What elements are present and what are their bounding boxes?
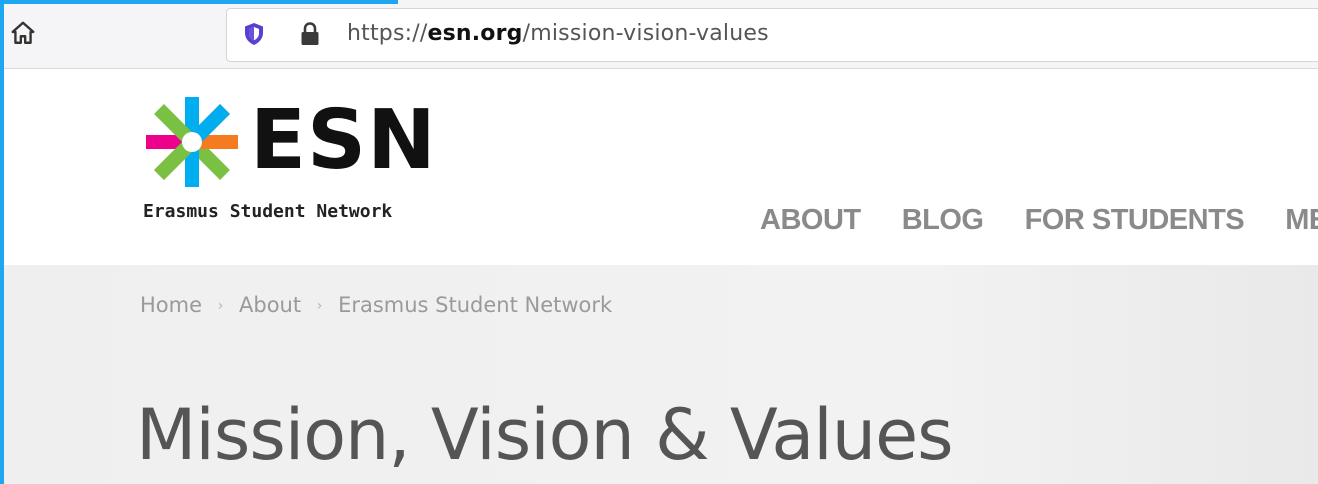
shield-icon[interactable] (243, 22, 265, 46)
page-title: Mission, Vision & Values (136, 393, 954, 476)
logo-tagline: Erasmus Student Network (143, 201, 393, 222)
lock-icon[interactable] (299, 21, 321, 47)
logo-wordmark[interactable]: ESN (250, 93, 437, 189)
page-title-area: Home › About › Erasmus Student Network M… (0, 265, 1318, 484)
breadcrumb-separator: › (217, 298, 224, 314)
main-navigation: ABOUT BLOG FOR STUDENTS MEDIA (760, 204, 1318, 237)
url-path: /mission-vision-values (522, 21, 769, 46)
breadcrumb-separator: › (316, 298, 323, 314)
breadcrumb-about[interactable]: About (239, 293, 301, 317)
nav-about[interactable]: ABOUT (760, 204, 861, 237)
esn-star-logo-icon[interactable] (142, 93, 242, 191)
url-text[interactable]: https://esn.org/mission-vision-values (347, 21, 769, 46)
url-prefix: https:// (347, 21, 428, 46)
nav-for-students[interactable]: FOR STUDENTS (1025, 204, 1245, 237)
breadcrumb-home[interactable]: Home (140, 293, 202, 317)
selection-frame-top (0, 0, 398, 4)
selection-frame-left (0, 0, 4, 484)
browser-toolbar: https://esn.org/mission-vision-values (0, 0, 1318, 69)
nav-blog[interactable]: BLOG (902, 204, 984, 237)
site-header: ESN Erasmus Student Network ABOUT BLOG F… (0, 69, 1318, 265)
url-domain: esn.org (427, 21, 523, 46)
breadcrumb-current[interactable]: Erasmus Student Network (338, 293, 612, 317)
breadcrumb: Home › About › Erasmus Student Network (140, 293, 612, 317)
address-bar[interactable]: https://esn.org/mission-vision-values (226, 8, 1318, 62)
home-icon[interactable] (10, 20, 36, 46)
nav-media[interactable]: MEDIA (1285, 204, 1318, 237)
